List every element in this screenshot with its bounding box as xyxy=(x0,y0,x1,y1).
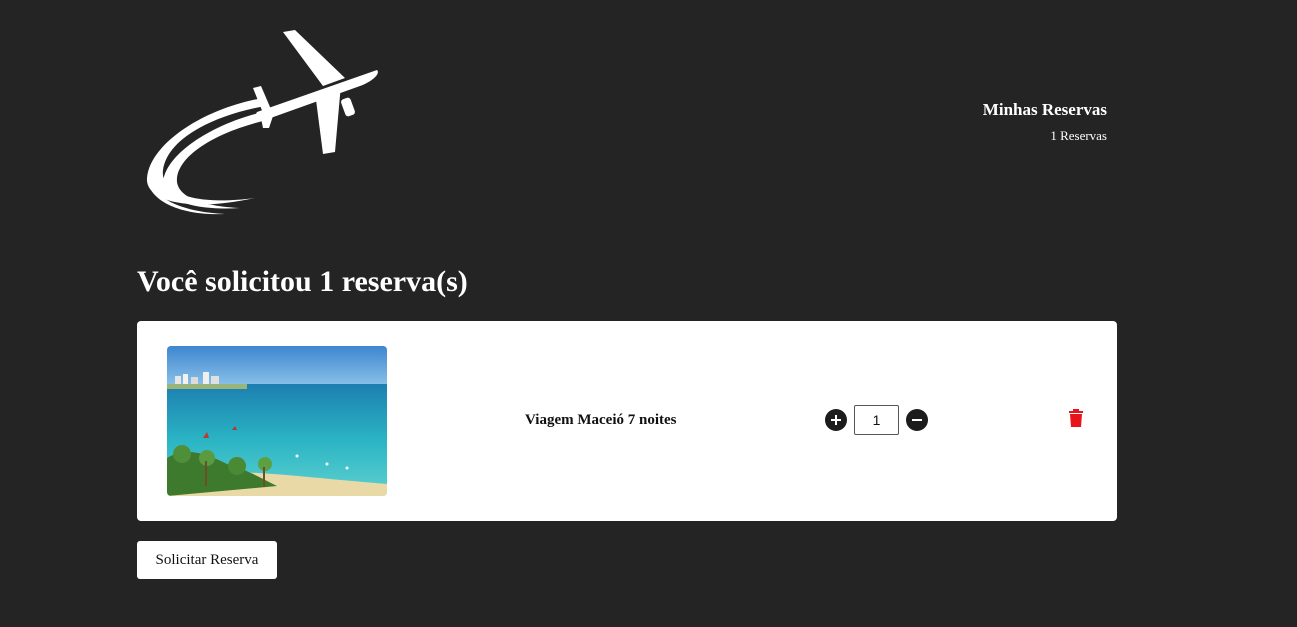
reservation-card: Viagem Maceió 7 noites xyxy=(137,321,1117,521)
beach-photo xyxy=(167,346,387,496)
page-title: Você solicitou 1 reserva(s) xyxy=(137,265,468,298)
minus-circle-icon[interactable] xyxy=(906,409,928,431)
submit-reservation-button[interactable]: Solicitar Reserva xyxy=(137,541,277,579)
airplane-logo-icon[interactable] xyxy=(145,28,385,218)
reservations-summary: Minhas Reservas 1 Reservas xyxy=(983,100,1107,144)
quantity-input[interactable] xyxy=(854,405,899,435)
plus-circle-icon[interactable] xyxy=(825,409,847,431)
reservations-count: 1 Reservas xyxy=(1050,128,1107,143)
quantity-stepper xyxy=(825,405,928,435)
page: Minhas Reservas 1 Reservas Você solicito… xyxy=(0,0,1297,627)
reservation-title: Viagem Maceió 7 noites xyxy=(525,412,677,428)
my-reservations-link[interactable]: Minhas Reservas xyxy=(983,100,1107,120)
trash-icon[interactable] xyxy=(1069,409,1083,432)
